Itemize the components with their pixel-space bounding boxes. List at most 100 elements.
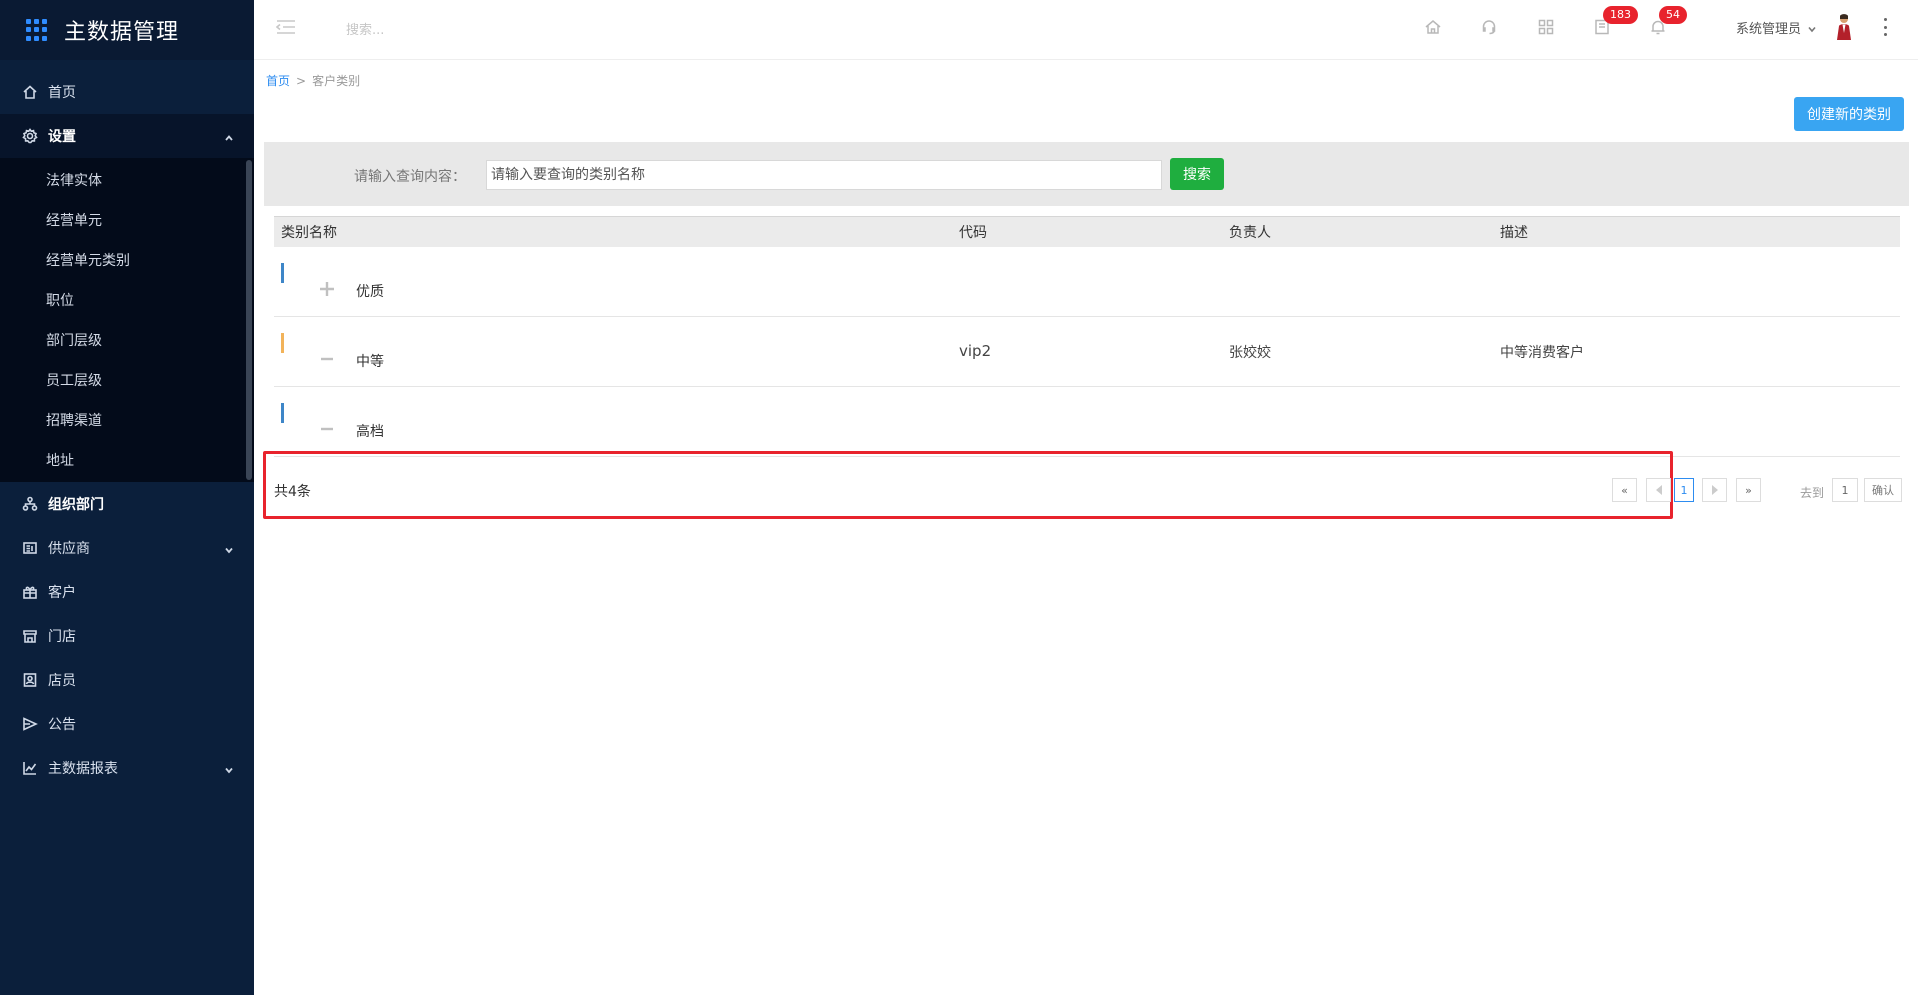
first-page-button[interactable]: «	[1612, 478, 1637, 502]
topbar: 183 54 系统管理员	[254, 0, 1918, 60]
category-search-input[interactable]	[486, 160, 1162, 190]
submenu-item-employee-level[interactable]: 员工层级	[0, 360, 254, 400]
breadcrumb-home[interactable]: 首页	[266, 74, 290, 88]
last-page-button[interactable]: »	[1736, 478, 1761, 502]
goto-confirm-button[interactable]: 确认	[1864, 478, 1902, 502]
submenu-item-recruit-channel[interactable]: 招聘渠道	[0, 400, 254, 440]
sidebar-item-label: 设置	[48, 129, 76, 145]
home-icon	[22, 84, 38, 100]
sidebar-item-settings[interactable]: 设置	[0, 114, 254, 158]
sidebar-item-label: 首页	[48, 85, 76, 101]
org-icon	[22, 496, 38, 512]
message-icon[interactable]: 183	[1593, 6, 1638, 36]
sidebar-item-org[interactable]: 组织部门	[0, 482, 254, 526]
customer-icon	[22, 584, 38, 600]
page-1-button[interactable]: 1	[1674, 478, 1694, 502]
main-content: 首页 > 客户类别 创建新的类别 请输入查询内容： 搜索 类别名称 代码 负责人 描…	[254, 60, 1918, 995]
category-table: 类别名称 代码 负责人 描述 优质 中等 vip2 张姣姣 中等消费客户 高档	[274, 216, 1900, 457]
more-vertical-icon[interactable]	[1882, 18, 1888, 36]
sidebar-item-announcement[interactable]: 公告	[0, 702, 254, 746]
chevron-up-icon	[224, 131, 234, 141]
sidebar-item-label: 客户	[48, 585, 76, 601]
store-icon	[22, 628, 38, 644]
global-search-input[interactable]	[346, 19, 546, 41]
breadcrumb-current: 客户类别	[312, 74, 361, 88]
submenu-item-legal-entity[interactable]: 法律实体	[0, 160, 254, 200]
submenu-item-address[interactable]: 地址	[0, 440, 254, 480]
collapse-minus-icon[interactable]	[317, 419, 337, 439]
expand-plus-icon[interactable]	[317, 279, 337, 299]
sidebar-item-label: 公告	[48, 717, 76, 733]
sidebar-item-supplier[interactable]: 供应商	[0, 526, 254, 570]
filter-label: 请输入查询内容：	[354, 169, 466, 185]
apps-icon[interactable]	[1537, 18, 1555, 36]
sidebar-item-label: 门店	[48, 629, 76, 645]
messages-badge: 183	[1603, 6, 1638, 24]
user-menu[interactable]: 系统管理员	[1736, 18, 1817, 37]
app-title: 主数据管理	[64, 20, 180, 45]
category-desc: 中等消费客户	[1500, 345, 1584, 361]
gear-icon	[22, 128, 38, 144]
breadcrumb-separator: >	[296, 74, 307, 88]
announce-icon	[22, 716, 38, 732]
sidebar: 主数据管理 首页 设置 法律实体 经营单元 经营单元类别 职位 部门层级 员工层…	[0, 0, 254, 995]
avatar[interactable]	[1834, 14, 1854, 40]
sidebar-item-label: 供应商	[48, 541, 90, 557]
filter-bar: 请输入查询内容： 搜索	[264, 142, 1909, 206]
brand: 主数据管理	[0, 0, 254, 60]
home-icon[interactable]	[1424, 18, 1442, 36]
table-row[interactable]: 优质	[274, 247, 1900, 317]
table-header: 类别名称 代码 负责人 描述	[274, 216, 1900, 247]
submenu-item-position[interactable]: 职位	[0, 280, 254, 320]
row-level-marker	[281, 333, 284, 353]
prev-page-button[interactable]	[1646, 478, 1671, 502]
breadcrumb: 首页 > 客户类别	[266, 72, 360, 89]
sidebar-nav: 首页 设置 法律实体 经营单元 经营单元类别 职位 部门层级 员工层级 招聘渠道…	[0, 60, 254, 790]
sidebar-item-home[interactable]: 首页	[0, 70, 254, 114]
settings-submenu: 法律实体 经营单元 经营单元类别 职位 部门层级 员工层级 招聘渠道 地址	[0, 158, 254, 482]
sidebar-scrollbar[interactable]	[246, 160, 252, 480]
category-name: 中等	[356, 354, 384, 370]
triangle-right-icon	[1711, 485, 1718, 495]
bell-icon[interactable]: 54	[1649, 6, 1687, 36]
sidebar-item-label: 店员	[48, 673, 76, 689]
chart-icon	[22, 760, 38, 776]
category-code: vip2	[959, 342, 992, 360]
chevron-down-icon	[1807, 23, 1817, 33]
submenu-item-business-unit-category[interactable]: 经营单元类别	[0, 240, 254, 280]
sidebar-item-store[interactable]: 门店	[0, 614, 254, 658]
row-level-marker	[281, 403, 284, 423]
notifications-badge: 54	[1659, 6, 1687, 24]
sidebar-item-label: 主数据报表	[48, 761, 118, 777]
create-category-button[interactable]: 创建新的类别	[1794, 97, 1904, 131]
submenu-item-business-unit[interactable]: 经营单元	[0, 200, 254, 240]
category-name: 优质	[356, 284, 384, 300]
column-header-owner: 负责人	[1229, 225, 1271, 241]
sidebar-item-clerk[interactable]: 店员	[0, 658, 254, 702]
next-page-button[interactable]	[1702, 478, 1727, 502]
apps-grid-icon[interactable]	[26, 19, 48, 41]
collapse-minus-icon[interactable]	[317, 349, 337, 369]
highlight-box	[263, 451, 1673, 519]
total-count: 共4条	[274, 484, 311, 500]
table-row[interactable]: 中等 vip2 张姣姣 中等消费客户	[274, 317, 1900, 387]
chevron-down-icon	[224, 763, 234, 774]
sidebar-item-customer[interactable]: 客户	[0, 570, 254, 614]
search-button[interactable]: 搜索	[1170, 158, 1224, 190]
submenu-item-department-level[interactable]: 部门层级	[0, 320, 254, 360]
category-name: 高档	[356, 424, 384, 440]
sidebar-item-label: 组织部门	[48, 497, 104, 513]
goto-label: 去到	[1800, 486, 1825, 500]
table-row[interactable]: 高档	[274, 387, 1900, 457]
category-owner: 张姣姣	[1229, 345, 1271, 361]
triangle-left-icon	[1655, 485, 1662, 495]
column-header-name: 类别名称	[281, 225, 337, 241]
goto-page-input[interactable]	[1832, 478, 1858, 502]
clerk-icon	[22, 672, 38, 688]
sidebar-item-report[interactable]: 主数据报表	[0, 746, 254, 790]
row-level-marker	[281, 263, 284, 283]
headset-icon[interactable]	[1480, 18, 1498, 36]
column-header-code: 代码	[959, 225, 987, 241]
menu-toggle-icon[interactable]	[275, 19, 296, 35]
column-header-desc: 描述	[1500, 225, 1528, 241]
